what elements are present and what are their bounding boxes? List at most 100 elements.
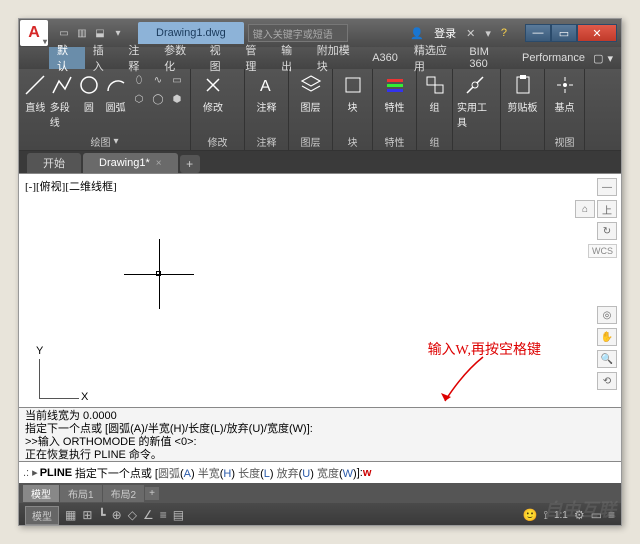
- viewcube-top-icon[interactable]: 上: [597, 200, 617, 218]
- command-options: 圆弧(A) 半宽(H) 长度(L) 放弃(U) 宽度(W): [158, 465, 357, 481]
- command-name: PLINE: [40, 467, 72, 479]
- svg-text:A: A: [260, 78, 271, 95]
- tab-parametric[interactable]: 参数化: [156, 47, 202, 69]
- layout-tabs: 模型 布局1 布局2 +: [19, 483, 621, 503]
- tab-view[interactable]: 视图: [202, 47, 238, 69]
- panel-group-title: 组: [421, 134, 448, 148]
- navbar-pan-icon[interactable]: ✋: [597, 328, 617, 346]
- command-prompt-icon: .: ▸: [23, 466, 38, 479]
- minimize-button[interactable]: —: [525, 24, 551, 42]
- layout-model[interactable]: 模型: [23, 485, 59, 502]
- layout-1[interactable]: 布局1: [60, 485, 102, 502]
- help-icon[interactable]: ?: [501, 27, 507, 39]
- tab-annotate[interactable]: 注释: [120, 47, 156, 69]
- tab-insert[interactable]: 插入: [85, 47, 121, 69]
- close-tab-icon[interactable]: ×: [156, 158, 162, 169]
- qat-dropdown-icon[interactable]: ▾: [110, 25, 126, 41]
- qat-new-icon[interactable]: ▭: [56, 25, 72, 41]
- drawing-viewport[interactable]: [-][俯视][二维线框] YX — ⌂上 ↻ WCS ◎ ✋ 🔍 ⟲ 输入W,…: [19, 173, 621, 407]
- panel-props-title: 特性: [377, 134, 412, 148]
- line-button[interactable]: 直线: [23, 71, 48, 116]
- tab-drawing1[interactable]: Drawing1*×: [83, 153, 178, 173]
- status-scale-icon[interactable]: ⟟: [544, 508, 548, 523]
- navbar-zoom-icon[interactable]: 🔍: [597, 350, 617, 368]
- ribbon: 直线 多段线 圆 圆弧 ⬯∿▭⬡◯⬢ 绘图▾ 修改 修改 A注释 注释 图层 图…: [19, 69, 621, 151]
- close-button[interactable]: ✕: [577, 24, 617, 42]
- annotation-button[interactable]: A注释: [249, 71, 284, 116]
- status-gear-icon[interactable]: ⚙: [574, 508, 585, 522]
- transparency-icon[interactable]: ▤: [173, 508, 184, 522]
- ribbon-tabs: 默认 插入 注释 参数化 视图 管理 输出 附加模块 A360 精选应用 BIM…: [19, 47, 621, 69]
- qat-open-icon[interactable]: ▥: [74, 25, 90, 41]
- wcs-label[interactable]: WCS: [588, 244, 617, 258]
- nav-min-icon[interactable]: —: [597, 178, 617, 196]
- draw-flyout[interactable]: ⬯∿▭⬡◯⬢: [130, 71, 186, 108]
- panel-modify-title: 修改: [195, 134, 240, 148]
- panel-clip-title: [505, 134, 540, 148]
- status-menu-icon[interactable]: ≡: [608, 508, 615, 522]
- polar-icon[interactable]: ⊕: [112, 508, 122, 522]
- ribbon-help-icon[interactable]: ▾: [607, 52, 613, 65]
- navbar-orbit-icon[interactable]: ⟲: [597, 372, 617, 390]
- status-person-icon[interactable]: 🙂: [523, 508, 538, 522]
- modify-button[interactable]: 修改: [195, 71, 231, 116]
- annotation-text: 输入W,再按空格键: [428, 339, 541, 359]
- basepoint-button[interactable]: 基点: [549, 71, 580, 116]
- tab-addins[interactable]: 附加模块: [309, 47, 364, 69]
- layout-2[interactable]: 布局2: [103, 485, 145, 502]
- tab-bim360[interactable]: BIM 360: [461, 47, 514, 69]
- status-scale[interactable]: 1:1: [554, 510, 568, 521]
- search-input[interactable]: 键入关键字或短语: [248, 24, 348, 42]
- new-tab-button[interactable]: +: [180, 155, 200, 173]
- otrack-icon[interactable]: ∠: [143, 508, 154, 522]
- tab-featured[interactable]: 精选应用: [406, 47, 461, 69]
- properties-button[interactable]: 特性: [377, 71, 412, 116]
- viewcube-home-icon[interactable]: ⌂: [575, 200, 595, 218]
- signin-icon[interactable]: 👤: [410, 27, 424, 40]
- snap-icon[interactable]: ⊞: [82, 508, 92, 522]
- tab-manage[interactable]: 管理: [237, 47, 273, 69]
- tab-default[interactable]: 默认: [49, 47, 85, 69]
- polyline-button[interactable]: 多段线: [50, 71, 75, 131]
- grid-icon[interactable]: ▦: [65, 508, 76, 522]
- clipboard-button[interactable]: 剪贴板: [505, 71, 540, 116]
- annotation-arrow: [433, 353, 493, 409]
- panel-layers-title: 图层: [293, 134, 328, 148]
- status-max-icon[interactable]: ▭: [591, 508, 602, 522]
- help-dropdown-icon[interactable]: ▾: [485, 27, 491, 40]
- circle-button[interactable]: 圆: [77, 71, 102, 116]
- utilities-button[interactable]: 实用工具: [457, 71, 493, 131]
- layers-button[interactable]: 图层: [293, 71, 328, 116]
- lineweight-icon[interactable]: ≡: [160, 508, 167, 522]
- quick-access-toolbar: ▭ ▥ ⬓ ▾: [56, 25, 126, 41]
- signin-label[interactable]: 登录: [434, 25, 456, 41]
- command-line[interactable]: .: ▸ PLINE 指定下一个点或 [ 圆弧(A) 半宽(H) 长度(L) 放…: [19, 461, 621, 483]
- panel-view-title: 视图: [549, 134, 580, 148]
- tab-performance[interactable]: Performance: [514, 47, 593, 69]
- panel-annot-title: 注释: [249, 134, 284, 148]
- nav-tools: — ⌂上 ↻ WCS ◎ ✋ 🔍 ⟲: [575, 178, 617, 390]
- exchange-icon[interactable]: ✕: [466, 27, 475, 40]
- tab-start[interactable]: 开始: [27, 153, 81, 173]
- qat-save-icon[interactable]: ⬓: [92, 25, 108, 41]
- osnap-icon[interactable]: ◇: [128, 508, 137, 522]
- status-bar: 模型 ▦ ⊞ ┗ ⊕ ◇ ∠ ≡ ▤ 🙂 ⟟ 1:1 ⚙ ▭ ≡: [19, 503, 621, 526]
- tab-output[interactable]: 输出: [273, 47, 309, 69]
- arc-button[interactable]: 圆弧: [103, 71, 128, 116]
- command-history[interactable]: 当前线宽为 0.0000 指定下一个点或 [圆弧(A)/半宽(H)/长度(L)/…: [19, 407, 621, 461]
- maximize-button[interactable]: ▭: [551, 24, 577, 42]
- block-button[interactable]: 块: [337, 71, 368, 116]
- layout-add-button[interactable]: +: [145, 487, 159, 500]
- ortho-icon[interactable]: ┗: [98, 508, 105, 522]
- app-logo[interactable]: A▾: [20, 20, 48, 46]
- viewport-label[interactable]: [-][俯视][二维线框]: [25, 178, 117, 194]
- ribbon-min-icon[interactable]: ▢: [593, 52, 603, 65]
- chevron-down-icon[interactable]: ▾: [113, 136, 118, 147]
- document-title: Drawing1.dwg: [138, 22, 244, 44]
- status-model-button[interactable]: 模型: [25, 506, 59, 525]
- tab-a360[interactable]: A360: [364, 47, 406, 69]
- group-button[interactable]: 组: [421, 71, 448, 116]
- command-input-value: w: [363, 467, 372, 479]
- navbar-wheel-icon[interactable]: ◎: [597, 306, 617, 324]
- viewcube-rotate-icon[interactable]: ↻: [597, 222, 617, 240]
